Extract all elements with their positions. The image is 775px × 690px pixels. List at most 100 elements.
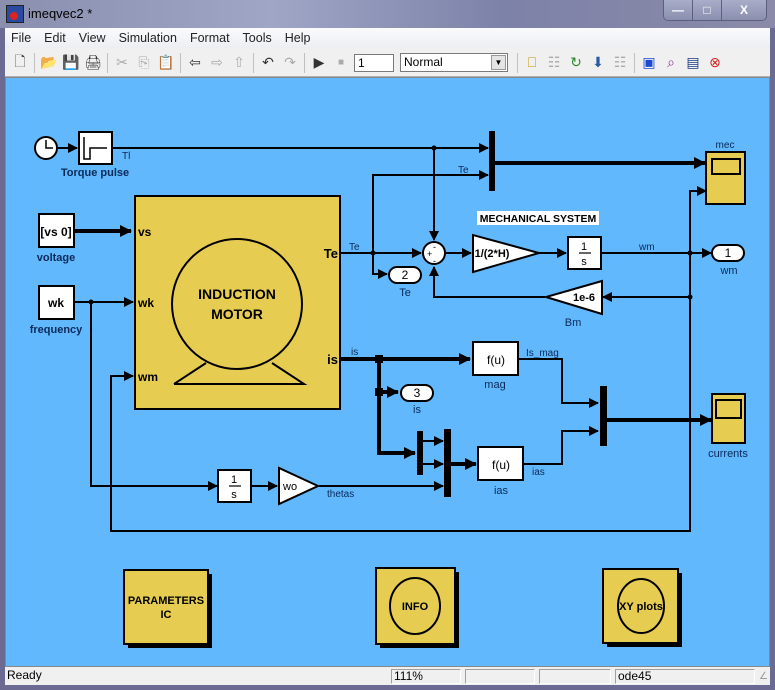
menu-view[interactable]: View (73, 31, 113, 45)
signal-line[interactable] (372, 170, 489, 253)
clock-block[interactable] (34, 136, 58, 160)
up-icon: ⇧ (233, 54, 245, 70)
status-cell-4 (539, 669, 611, 684)
mag-fcn-label: mag (484, 379, 505, 391)
resize-grip-icon[interactable]: ∠ (759, 671, 768, 682)
incremental-build-button[interactable]: ⬇ (587, 52, 609, 74)
menu-edit[interactable]: Edit (38, 31, 73, 45)
chevron-down-icon[interactable]: ▼ (491, 55, 506, 70)
motor-input-wk: wk (137, 296, 154, 310)
voltage-value: [vs 0] (40, 225, 71, 239)
library-browser-button[interactable]: ▣ (638, 52, 660, 74)
signal-line[interactable] (372, 253, 388, 279)
start-simulation-icon: ▶ (313, 54, 325, 70)
cut-icon: ✂ (116, 54, 128, 70)
cut-button[interactable]: ✂ (111, 52, 133, 74)
branch-point (375, 388, 383, 396)
motor-title-1: INDUCTION (198, 286, 276, 302)
ias-mux-block[interactable] (444, 429, 451, 497)
toolbar-separator (517, 52, 518, 73)
parameters-label-1: PARAMETERS (128, 595, 204, 607)
build-subsystem-button[interactable]: ☷ (609, 52, 631, 74)
build-subsystem-icon: ☷ (613, 54, 627, 70)
outport-wm-label: wm (719, 265, 737, 277)
undo-button[interactable]: ↶ (257, 52, 279, 74)
print-button[interactable]: 🖨 (82, 52, 104, 74)
motor-output-te: Te (324, 246, 338, 261)
xy-plots-label: XY plots (619, 601, 663, 613)
svg-text:-: - (433, 242, 436, 252)
build-icon: ⎕ (527, 54, 537, 70)
sum-block[interactable]: + - - (422, 241, 446, 266)
toolbar: 🗋 📂 💾 🖨 ✂ ⎘ 📋 ⇦ ⇨ ⇧ ↶ ↷ ▶ ■ 1 Normal ▼ ⎕… (5, 49, 770, 77)
motor-input-vs: vs (138, 225, 152, 239)
minimize-button[interactable]: — (664, 0, 692, 20)
debug-icon: ⊗ (709, 54, 721, 70)
branch-point (687, 294, 693, 300)
mec-scope-block[interactable] (705, 151, 746, 205)
induction-motor-subsystem[interactable] (134, 195, 341, 410)
maximize-button[interactable]: □ (692, 0, 721, 20)
signal-line[interactable] (429, 266, 545, 298)
menu-help[interactable]: Help (279, 31, 318, 45)
simulation-mode-select[interactable]: Normal ▼ (400, 53, 508, 72)
model-canvas[interactable]: + - - [vs 0] wk INDUCTION MOTOR vs wk wm… (5, 77, 770, 667)
signal-label-ias: ias (532, 467, 545, 478)
menu-simulation[interactable]: Simulation (113, 31, 184, 45)
is-demux-block[interactable] (417, 431, 423, 475)
zoom-level: 111% (391, 669, 461, 684)
build-button[interactable]: ⎕ (521, 52, 543, 74)
paste-button[interactable]: 📋 (155, 52, 177, 74)
currents-scope-label: currents (708, 448, 748, 460)
signal-line[interactable] (689, 186, 707, 253)
refresh-button[interactable]: ↻ (565, 52, 587, 74)
outport-te-label: Te (399, 287, 411, 299)
update-diagram-button[interactable]: ☷ (543, 52, 565, 74)
svg-text:+: + (427, 249, 432, 259)
simulation-mode-value: Normal (404, 55, 443, 69)
menu-file[interactable]: File (5, 31, 38, 45)
copy-button[interactable]: ⎘ (133, 52, 155, 74)
new-model-button[interactable]: 🗋 (9, 52, 31, 74)
save-button[interactable]: 💾 (60, 52, 82, 74)
frequency-value: wk (47, 296, 64, 310)
bus-line[interactable] (377, 359, 416, 459)
outport-is-number: 3 (414, 386, 421, 400)
open-button[interactable]: 📂 (38, 52, 60, 74)
back-button[interactable]: ⇦ (184, 52, 206, 74)
currents-mux-block[interactable] (600, 386, 607, 446)
debug-button[interactable]: ⊗ (704, 52, 726, 74)
mec-mux-block[interactable] (489, 131, 495, 191)
motor-input-wm: wm (137, 370, 158, 384)
block-diagram: + - - [vs 0] wk INDUCTION MOTOR vs wk wm… (30, 131, 748, 648)
refresh-icon: ↻ (570, 54, 582, 70)
currents-scope-block[interactable] (711, 393, 746, 444)
model-explorer-button[interactable]: ⌕ (660, 52, 682, 74)
friction-gain-label: Bm (565, 317, 582, 329)
signal-label-te-out: Te (349, 242, 360, 253)
signal-label-is: is (351, 347, 358, 358)
menu-tools[interactable]: Tools (237, 31, 279, 45)
close-button[interactable]: X (721, 0, 766, 20)
up-button[interactable]: ⇧ (228, 52, 250, 74)
forward-button[interactable]: ⇨ (206, 52, 228, 74)
stop-time-input[interactable]: 1 (354, 53, 394, 72)
window-title: imeqvec2 * (28, 6, 93, 21)
branch-point (375, 355, 383, 363)
signal-line[interactable] (523, 426, 599, 465)
torque-pulse-block[interactable] (78, 131, 113, 165)
stop-simulation-icon: ■ (337, 57, 345, 68)
stop-simulation-button[interactable]: ■ (330, 52, 352, 74)
forward-icon: ⇨ (211, 54, 223, 70)
signal-label-te-top: Te (458, 165, 469, 176)
back-icon: ⇦ (189, 54, 201, 70)
signal-label-wm: wm (638, 242, 655, 253)
outport-is-label: is (413, 404, 421, 416)
status-bar: Ready 111% ode45 ∠ (5, 668, 770, 685)
model-browser-button[interactable]: ▤ (682, 52, 704, 74)
menu-format[interactable]: Format (184, 31, 237, 45)
signal-label-is-mag: Is_mag (526, 348, 559, 359)
signal-line[interactable] (519, 358, 599, 408)
start-simulation-button[interactable]: ▶ (308, 52, 330, 74)
redo-button[interactable]: ↷ (279, 52, 301, 74)
